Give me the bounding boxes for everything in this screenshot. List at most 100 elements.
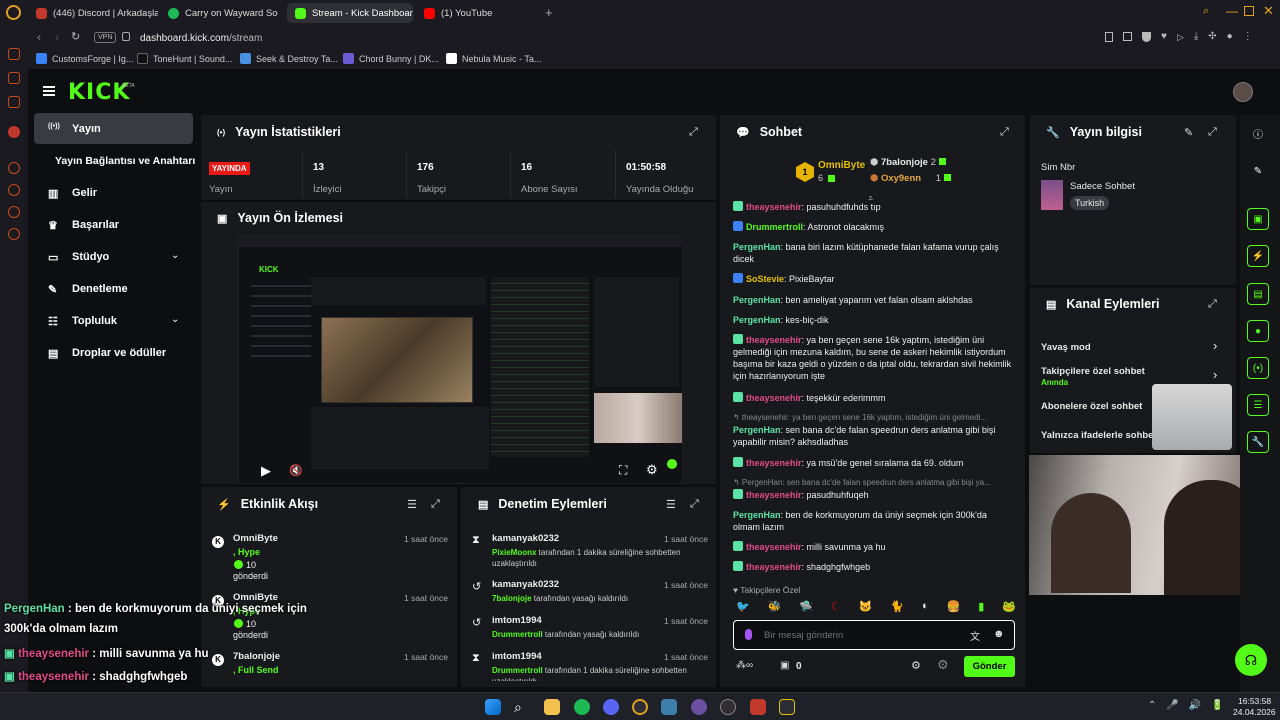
bookmark-item[interactable]: Chord Bunny | DK... bbox=[343, 53, 439, 64]
microphone-icon[interactable] bbox=[745, 629, 752, 640]
minimize-icon[interactable]: — bbox=[1226, 4, 1238, 18]
category-name[interactable]: Sadece Sohbet bbox=[1070, 181, 1135, 192]
app-icon[interactable] bbox=[750, 699, 766, 715]
action-followers-only[interactable]: Takipçilere özel sohbet bbox=[1041, 366, 1145, 377]
bookmark-item[interactable]: Seek & Destroy Ta... bbox=[240, 53, 338, 64]
edit-pencil-icon[interactable]: ✎ bbox=[1184, 126, 1193, 139]
clock-time[interactable]: 16:53:58 bbox=[1238, 696, 1271, 706]
bookmark-item[interactable]: Nebula Music - Ta... bbox=[446, 53, 541, 64]
fullscreen-icon[interactable]: ⛶ bbox=[619, 463, 627, 478]
chat-input[interactable] bbox=[764, 627, 954, 643]
gift-box-icon[interactable]: ▣ bbox=[780, 660, 789, 671]
emoji-icon[interactable]: ☻ bbox=[993, 628, 1005, 640]
filter-icon[interactable]: ☰ bbox=[666, 498, 676, 511]
play-icon[interactable]: ▷ bbox=[1177, 32, 1184, 44]
action-slow-mode[interactable]: Yavaş mod bbox=[1041, 342, 1091, 353]
chat-username[interactable]: theaysenehir bbox=[746, 393, 802, 403]
new-tab-icon[interactable]: + bbox=[545, 5, 553, 20]
nav-item-denetleme[interactable]: ✎ Denetleme bbox=[38, 275, 188, 303]
chat-username[interactable]: theaysenehir bbox=[746, 335, 802, 345]
nav-item-stream-key[interactable]: Yayın Bağlantısı ve Anahtarı bbox=[45, 147, 205, 175]
forward-icon[interactable]: › bbox=[55, 30, 59, 44]
emote-icon[interactable]: 🐝 bbox=[768, 600, 782, 616]
close-window-icon[interactable]: ✕ bbox=[1263, 3, 1274, 19]
sidebar-app-icon[interactable] bbox=[8, 48, 20, 60]
hamburger-menu-icon[interactable] bbox=[43, 86, 55, 96]
bookmark-item[interactable]: CustomsForge | Ig... bbox=[36, 53, 133, 64]
bookmark-item[interactable]: ToneHunt | Sound... bbox=[137, 53, 232, 64]
bot-icon[interactable]: ⚙ bbox=[937, 657, 949, 673]
sidebar-app-icon[interactable] bbox=[8, 96, 20, 108]
app-icon[interactable] bbox=[661, 699, 677, 715]
chevron-down-icon[interactable]: ⌄ bbox=[171, 250, 179, 261]
emote-icon[interactable]: ☾ bbox=[831, 600, 841, 616]
settings-gear-icon[interactable]: ⚙ bbox=[646, 462, 658, 478]
sidebar-app-icon[interactable] bbox=[8, 228, 20, 240]
emote-icon[interactable]: ◐ bbox=[922, 600, 929, 616]
emote-icon[interactable]: 🐱 bbox=[859, 600, 873, 616]
chat-username[interactable]: theaysenehir bbox=[746, 542, 802, 552]
nav-item-studyo[interactable]: ▭ Stüdyo bbox=[38, 243, 188, 271]
tab-kick-dashboard[interactable]: Stream - Kick Dashboard bbox=[287, 3, 413, 23]
tab-youtube[interactable]: (1) YouTube bbox=[416, 3, 540, 23]
send-button[interactable]: Gönder bbox=[964, 656, 1015, 677]
browser-toolbar-icons[interactable]: ♥ ▷ ⤓ ✣ ● ⋮ bbox=[1105, 32, 1275, 44]
chevron-right-icon[interactable]: › bbox=[1213, 367, 1217, 382]
emote-icon[interactable]: 🐦 bbox=[736, 600, 750, 616]
nav-item-topluluk[interactable]: ☷ Topluluk bbox=[38, 307, 188, 335]
discord-icon[interactable] bbox=[603, 699, 619, 715]
popout-icon[interactable]: ⤢ bbox=[690, 498, 699, 511]
obs-icon[interactable] bbox=[720, 699, 736, 715]
start-icon[interactable] bbox=[485, 699, 501, 715]
sidebar-app-icon[interactable] bbox=[8, 126, 20, 138]
nav-item-basarilar[interactable]: ♛ Başarılar bbox=[38, 211, 188, 239]
support-chat-button[interactable]: ☊ bbox=[1235, 644, 1267, 676]
chat-username[interactable]: theaysenehir bbox=[746, 562, 802, 572]
broadcast-rail-icon[interactable]: (•) bbox=[1247, 357, 1269, 379]
opera-logo-icon[interactable] bbox=[6, 5, 21, 20]
popout-icon[interactable]: ⤢ bbox=[1000, 126, 1009, 139]
emote-icon[interactable]: ▮ bbox=[978, 600, 984, 616]
download-icon[interactable]: ⤓ bbox=[1194, 32, 1198, 44]
app-icon[interactable] bbox=[691, 699, 707, 715]
poll-icon[interactable]: ▤ bbox=[1247, 283, 1269, 305]
chat-username[interactable]: theaysenehir bbox=[746, 458, 802, 468]
nav-item-gelir[interactable]: ▥ Gelir bbox=[38, 179, 188, 207]
user-avatar[interactable] bbox=[1233, 82, 1253, 102]
file-explorer-icon[interactable] bbox=[544, 699, 560, 715]
mute-icon[interactable]: 🔇 bbox=[289, 464, 303, 477]
chat-username[interactable]: PergenHan bbox=[733, 425, 781, 435]
search-icon[interactable]: ⌕ bbox=[514, 699, 530, 715]
tab-discord[interactable]: (446) Discord | Arkadaşlar bbox=[28, 3, 158, 23]
play-icon[interactable]: ▶ bbox=[261, 463, 271, 479]
popout-icon[interactable]: ⤢ bbox=[689, 126, 698, 139]
popout-icon[interactable]: ⤢ bbox=[1208, 298, 1217, 311]
category-thumbnail[interactable] bbox=[1041, 180, 1063, 210]
info-icon[interactable]: ⓘ bbox=[1247, 122, 1269, 144]
sidebar-app-icon[interactable] bbox=[8, 206, 20, 218]
chat-username[interactable]: SoStevie bbox=[746, 274, 784, 284]
chevron-right-icon[interactable]: › bbox=[1213, 338, 1217, 353]
url-field[interactable]: dashboard.kick.com/stream bbox=[140, 29, 1150, 47]
tray-icons[interactable]: ⌃🎤🔊🔋 bbox=[1148, 700, 1234, 711]
sidebar-app-icon[interactable] bbox=[8, 184, 20, 196]
chat-username[interactable]: theaysenehir bbox=[746, 490, 802, 500]
chat-username[interactable]: PergenHan bbox=[733, 510, 781, 520]
back-icon[interactable]: ‹ bbox=[37, 30, 41, 44]
app-icon[interactable] bbox=[779, 699, 795, 715]
action-emotes-only[interactable]: Yalnızca ifadelerle sohbet bbox=[1041, 430, 1157, 441]
nav-item-yayin[interactable]: ((•)) Yayın bbox=[38, 115, 188, 143]
emote-icon[interactable]: 🍔 bbox=[947, 600, 961, 616]
filter-icon[interactable]: ☰ bbox=[407, 498, 417, 511]
profile-icon[interactable]: ● bbox=[1227, 32, 1233, 44]
translate-icon[interactable]: 文 bbox=[970, 628, 980, 643]
vpn-badge[interactable]: VPN bbox=[94, 32, 117, 43]
tab-spotify[interactable]: Carry on Wayward So bbox=[160, 3, 284, 23]
chat-rail-icon[interactable]: ● bbox=[1247, 320, 1269, 342]
spotify-icon[interactable] bbox=[574, 699, 590, 715]
chat-settings-icon[interactable]: ⚙ bbox=[911, 659, 921, 672]
chevron-down-icon[interactable]: ⌄ bbox=[171, 314, 179, 325]
raid-icon[interactable]: ⚡ bbox=[1247, 245, 1269, 267]
popout-icon[interactable]: ⤢ bbox=[1208, 126, 1217, 139]
edit-icon[interactable]: ✎ bbox=[1247, 160, 1269, 182]
